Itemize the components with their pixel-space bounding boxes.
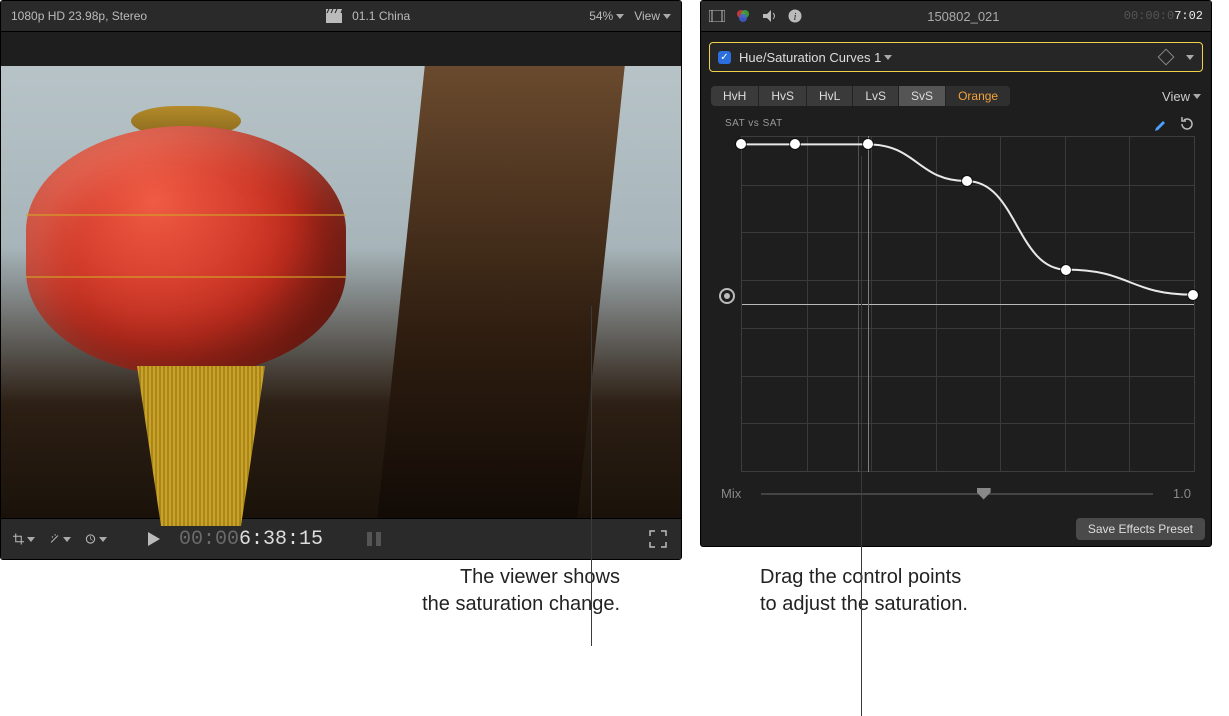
callout-right: Drag the control points to adjust the sa… [760,564,1160,618]
viewer-timecode[interactable]: 00:006:38:15 [179,528,323,551]
color-inspector-icon[interactable] [735,8,751,24]
viewer-topbar: 1080p HD 23.98p, Stereo 01.1 China 54% V… [1,1,681,32]
play-button[interactable] [143,528,165,550]
clapper-icon [326,8,342,24]
inspector-timecode: 00:00:07:02 [1124,9,1203,23]
inspector-clip-name: 150802_021 [813,9,1114,24]
clip-name: 01.1 China [352,9,410,23]
chevron-down-icon [616,14,624,19]
crop-menu[interactable] [13,528,35,550]
effect-name-menu[interactable]: Hue/Saturation Curves 1 [739,50,892,65]
tab-hvl[interactable]: HvL [807,86,853,106]
curve-control-point[interactable] [790,139,800,149]
curve-editor[interactable]: SAT vs SAT [711,116,1201,476]
curve-tabs: HvH HvS HvL LvS SvS Orange View [701,82,1211,110]
keyframe-button[interactable] [1158,49,1175,66]
mix-slider[interactable] [761,487,1153,501]
curve-label: SAT vs SAT [725,118,783,129]
audio-meter [365,528,385,551]
audio-inspector-icon[interactable] [761,8,777,24]
axis-origin-marker [719,288,735,304]
inspector-view-menu[interactable]: View [1162,89,1201,104]
save-preset-button[interactable]: Save Effects Preset [1076,518,1205,540]
curve-control-point[interactable] [1188,290,1198,300]
viewer-bottombar: 00:006:38:15 [1,518,681,559]
chevron-down-icon [663,14,671,19]
viewer-canvas[interactable] [1,66,681,518]
chevron-down-icon[interactable] [1186,55,1194,60]
zoom-menu[interactable]: 54% [589,9,624,23]
retime-menu[interactable] [85,528,107,550]
mix-value[interactable]: 1.0 [1173,486,1191,501]
callout-left: The viewer shows the saturation change. [220,564,620,618]
clip-format: 1080p HD 23.98p, Stereo [11,9,147,23]
video-inspector-icon[interactable] [709,8,725,24]
viewer-view-menu[interactable]: View [634,9,671,23]
curve-control-point[interactable] [1061,265,1071,275]
svg-text:i: i [794,12,797,23]
inspector-panel: i 150802_021 00:00:07:02 ✓ Hue/Saturatio… [700,0,1212,547]
tab-hvs[interactable]: HvS [759,86,807,106]
chevron-down-icon [884,55,892,60]
callout-leader-left [591,306,592,646]
curve-control-point[interactable] [863,139,873,149]
chevron-down-icon [27,537,35,542]
effect-header[interactable]: ✓ Hue/Saturation Curves 1 [709,42,1203,72]
info-inspector-icon[interactable]: i [787,8,803,24]
reset-button[interactable] [1179,116,1195,135]
viewer-panel: 1080p HD 23.98p, Stereo 01.1 China 54% V… [0,0,682,560]
mix-row: Mix 1.0 [701,482,1211,505]
chevron-down-icon [63,537,71,542]
tab-orange[interactable]: Orange [946,86,1010,106]
tab-svs[interactable]: SvS [899,86,946,106]
fullscreen-button[interactable] [647,528,669,550]
tab-lvs[interactable]: LvS [853,86,899,106]
effect-enable-checkbox[interactable]: ✓ [718,51,731,64]
chevron-down-icon [99,537,107,542]
chevron-down-icon [1193,94,1201,99]
inspector-topbar: i 150802_021 00:00:07:02 [701,1,1211,32]
curve-control-point[interactable] [962,176,972,186]
curve-control-point[interactable] [736,139,746,149]
enhance-menu[interactable] [49,528,71,550]
mix-label: Mix [721,486,741,501]
eyedropper-button[interactable] [1153,116,1169,135]
tab-hvh[interactable]: HvH [711,86,759,106]
